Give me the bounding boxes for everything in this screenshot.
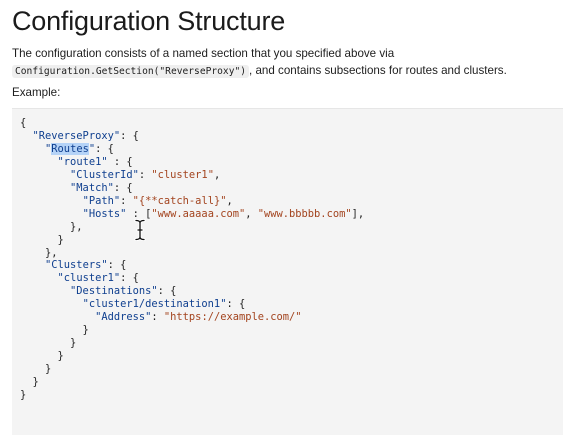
punctuation (20, 169, 70, 181)
code-line: "cluster1/destination1": { (20, 298, 246, 311)
json-string: "{**catch-all}" (132, 194, 227, 207)
punctuation: } (20, 324, 89, 337)
text-cursor-icon (134, 219, 146, 241)
json-key: "Path" (82, 194, 121, 207)
code-line: } (20, 376, 39, 388)
intro-text-after: , and contains subsections for routes an… (249, 64, 507, 77)
json-key: "Hosts" (82, 207, 127, 220)
page-title: Configuration Structure (12, 6, 286, 36)
json-key: "Address" (95, 311, 152, 324)
punctuation: : { (226, 298, 246, 311)
punctuation: : { (120, 272, 139, 285)
json-key: "Match" (70, 181, 114, 194)
inline-code: Configuration.GetSection("ReverseProxy") (12, 65, 250, 78)
json-string: "https://example.com/" (163, 311, 302, 324)
punctuation: : (120, 194, 133, 207)
punctuation: }, (20, 220, 83, 233)
code-line: } (20, 324, 89, 336)
code-line: "ClusterId": "cluster1", (20, 169, 220, 181)
selected-text: Routes (51, 142, 89, 155)
json-key: "Clusters" (45, 259, 108, 272)
code-line: } (20, 363, 51, 375)
json-key: "ReverseProxy" (32, 129, 121, 142)
punctuation: : [ (126, 207, 152, 220)
code-line: "route1" : { (20, 156, 133, 168)
code-line: } (20, 337, 76, 349)
punctuation (20, 208, 83, 220)
punctuation (20, 182, 70, 194)
punctuation: : { (157, 285, 177, 298)
punctuation: } (20, 350, 64, 363)
intro-paragraph: The configuration consists of a named se… (12, 45, 563, 80)
punctuation: , (245, 207, 258, 220)
code-line: "cluster1": { (20, 272, 139, 284)
punctuation: , (213, 168, 221, 181)
code-line: "Match": { (20, 182, 133, 194)
punctuation: ], (351, 207, 365, 220)
json-key: "route1" (57, 155, 108, 168)
punctuation (20, 259, 45, 271)
code-line: } (20, 389, 26, 401)
json-key: "ClusterId" (70, 168, 139, 181)
code-line: "Clusters": { (20, 259, 126, 271)
punctuation: : (151, 311, 164, 324)
code-content[interactable]: { "ReverseProxy": { "Routes": { "route1"… (20, 117, 364, 402)
punctuation: , (226, 194, 233, 207)
punctuation: { (20, 117, 27, 129)
punctuation: : { (113, 181, 133, 194)
punctuation (20, 143, 45, 155)
punctuation: }, (20, 246, 58, 259)
punctuation (20, 298, 83, 310)
punctuation: : { (107, 259, 127, 272)
punctuation: } (20, 363, 52, 376)
code-line: }, (20, 247, 58, 259)
json-string: "www.aaaaa.com" (151, 207, 246, 220)
code-line: "Routes": { (20, 142, 114, 155)
punctuation: : { (107, 155, 133, 168)
punctuation (20, 272, 58, 284)
punctuation: : (138, 168, 152, 181)
json-key: "cluster1/destination1" (82, 298, 227, 311)
intro-text-before: The configuration consists of a named se… (12, 47, 395, 60)
punctuation: } (20, 337, 77, 350)
punctuation: } (20, 233, 64, 246)
punctuation (20, 156, 58, 168)
punctuation: : { (120, 129, 139, 142)
punctuation (20, 311, 95, 323)
punctuation: } (20, 389, 27, 402)
code-line: "Hosts" : ["www.aaaaa.com", "www.bbbbb.c… (20, 207, 365, 220)
punctuation: } (20, 376, 39, 389)
json-string: "cluster1" (151, 168, 214, 181)
code-line: { (20, 117, 26, 129)
code-line: "Destinations": { (20, 285, 176, 297)
punctuation: : { (95, 142, 114, 155)
punctuation (20, 285, 70, 297)
code-line: "Address": "https://example.com/" (20, 311, 302, 324)
code-line: "ReverseProxy": { (20, 130, 139, 142)
code-line: "Path": "{**catch-all}", (20, 195, 233, 207)
code-line: } (20, 350, 64, 362)
punctuation (20, 195, 83, 207)
json-string: "www.bbbbb.com" (257, 207, 352, 220)
json-key: "Destinations" (70, 285, 158, 298)
code-line: }, (20, 221, 83, 233)
code-block[interactable]: { "ReverseProxy": { "Routes": { "route1"… (12, 108, 563, 435)
code-line: } (20, 234, 64, 246)
punctuation (20, 130, 33, 142)
example-label: Example: (12, 86, 61, 99)
json-key: "cluster1" (57, 272, 121, 285)
